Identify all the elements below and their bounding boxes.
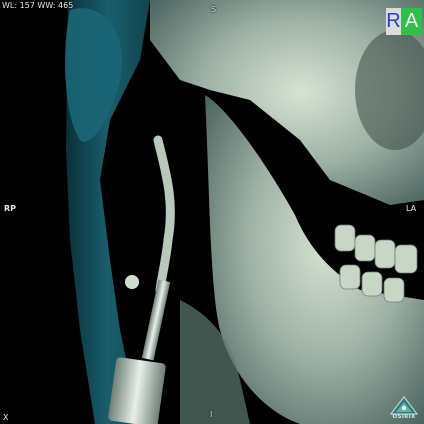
orientation-label-left: RP <box>4 204 17 213</box>
orientation-label-bottom: I <box>210 410 213 419</box>
needle-hub <box>108 357 166 424</box>
3d-render-viewport[interactable]: WL: 157 WW: 465 S RP LA I X R A OSIRIX <box>0 0 424 424</box>
orientation-cube-face-r: R <box>386 8 401 35</box>
corner-label: X <box>3 413 9 422</box>
window-level-readout: WL: 157 WW: 465 <box>2 1 74 10</box>
soft-tissue-ear-region <box>65 8 122 142</box>
osirix-logo: OSIRIX <box>387 396 421 422</box>
orientation-label-top: S <box>211 5 217 14</box>
vessel-structure <box>153 135 175 295</box>
needle-shaft <box>141 279 171 361</box>
needle-clamp <box>125 275 139 289</box>
volume-render-image <box>65 0 424 424</box>
orientation-cube[interactable]: R A <box>386 8 422 35</box>
orientation-cube-face-a: A <box>401 8 422 35</box>
orientation-label-right: LA <box>406 204 417 213</box>
osirix-logo-icon <box>389 396 419 415</box>
osirix-logo-text: OSIRIX <box>392 414 416 420</box>
